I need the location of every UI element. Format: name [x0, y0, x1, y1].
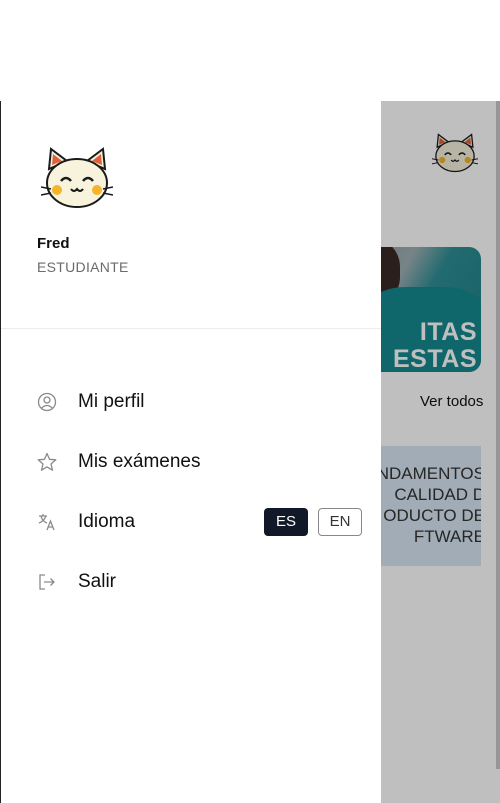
menu-item-language: Idioma ES EN [37, 506, 367, 538]
star-icon [37, 452, 57, 471]
translate-icon [38, 514, 55, 531]
language-option-en[interactable]: EN [318, 508, 362, 536]
user-role: ESTUDIANTE [37, 259, 129, 275]
menu-item-profile[interactable]: Mi perfil [37, 386, 367, 418]
language-option-es[interactable]: ES [264, 508, 308, 536]
menu-item-logout[interactable]: Salir [37, 566, 367, 598]
menu-item-exams[interactable]: Mis exámenes [37, 446, 367, 478]
menu-item-label: Mi perfil [78, 391, 145, 412]
screen: ITAS ESTAS Ver todos NDAMENTOS CALIDAD D… [0, 0, 500, 803]
menu-item-label: Mis exámenes [78, 451, 201, 472]
menu-item-label: Idioma [78, 511, 136, 532]
user-name: Fred [37, 235, 70, 252]
logout-icon [39, 574, 55, 590]
lucky-cat-avatar-icon [41, 147, 113, 208]
drawer-divider [1, 328, 381, 329]
menu-item-label: Salir [78, 571, 117, 592]
user-circle-icon [37, 392, 57, 412]
navigation-drawer: Fred ESTUDIANTE Mi perfil Mis exámenes I… [0, 101, 381, 803]
